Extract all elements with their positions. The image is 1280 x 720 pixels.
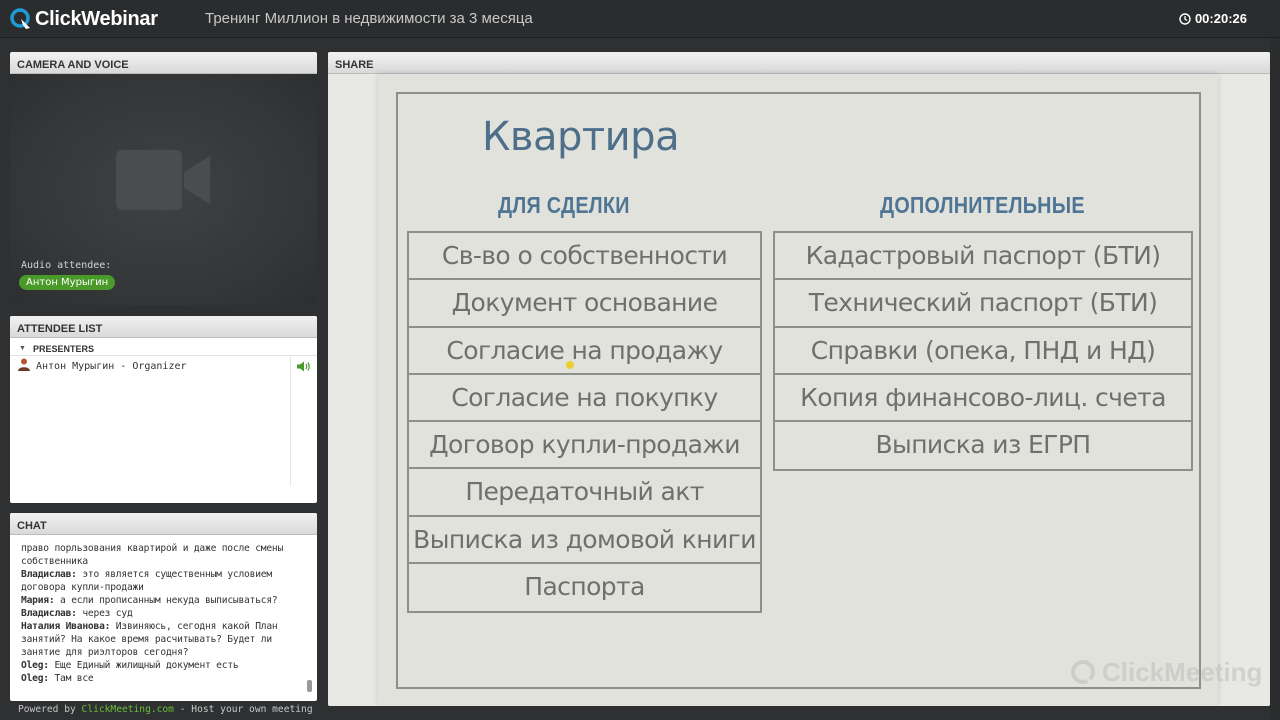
camera-panel: CAMERA AND VOICE Audio attendee: Антон М… [10, 52, 317, 305]
webinar-title: Тренинг Миллион в недвижимости за 3 меся… [205, 10, 533, 27]
right-documents-table: Кадастровый паспорт (БТИ) Технический па… [773, 231, 1193, 472]
chat-message: занятие для риэлторов сегодня? [21, 647, 189, 658]
pointer-cursor [566, 361, 574, 369]
clickmeeting-logo-icon [1071, 659, 1095, 685]
user-icon [18, 358, 30, 374]
table-cell: Выписка из домовой книги [409, 517, 760, 565]
table-cell: Копия финансово-лиц. счета [775, 375, 1191, 423]
chat-message: договора купли-продажи [21, 582, 144, 593]
share-canvas: Квартира ДЛЯ СДЕЛКИ ДОПОЛНИТЕЛЬНЫЕ Св-во… [328, 74, 1270, 706]
clickwebinar-logo: ClickWebinar [10, 7, 158, 31]
chat-message: собственника [21, 556, 88, 567]
camera-panel-header: CAMERA AND VOICE [10, 52, 317, 74]
chat-message: право порльзования квартирой и даже посл… [21, 543, 284, 554]
chat-message: Oleg: Там все [21, 673, 94, 684]
triangle-down-icon: ▼ [19, 345, 26, 352]
chat-message: Наталия Иванова: Извиняюсь, сегодня како… [21, 621, 278, 632]
watermark-text: ClickMeeting [1102, 657, 1263, 687]
table-cell: Выписка из ЕГРП [875, 430, 1092, 460]
chat-scrollbar-thumb[interactable] [307, 680, 312, 692]
right-column-heading: ДОПОЛНИТЕЛЬНЫЕ [880, 192, 1085, 218]
audio-attendee-label: Audio attendee: [21, 260, 112, 271]
table-cell: Св-во о собственности [409, 233, 760, 281]
camera-view: Audio attendee: Антон Мурыгин [10, 74, 317, 305]
chat-message: Мария: а если прописанным некуда выписыв… [21, 595, 278, 606]
chat-message: Oleg: Еще Единый жилищный документ есть [21, 660, 239, 671]
clickwebinar-logo-icon [10, 8, 32, 30]
clickmeeting-link[interactable]: ClickMeeting.com [82, 704, 174, 715]
audio-attendee-badge[interactable]: Антон Мурыгин [19, 275, 116, 290]
chat-messages: право порльзования квартирой и даже посл… [10, 535, 317, 701]
attendee-list-panel: ATTENDEE LIST ▼ PRESENTERS Антон Мурыгин… [10, 316, 317, 503]
presenters-section-toggle[interactable]: ▼ PRESENTERS [10, 338, 317, 356]
table-cell: Справки (опека, ПНД и НД) [775, 328, 1191, 375]
presenters-label: PRESENTERS [32, 343, 94, 354]
video-camera-icon [116, 150, 210, 210]
table-cell: Договор купли-продажи [409, 422, 760, 470]
table-cell: Согласие на продажу [409, 328, 760, 375]
table-cell: Паспорта [524, 572, 645, 602]
left-documents-table: Св-во о собственности Документ основание… [407, 231, 762, 614]
chat-message: занятий? На какое время расчитывать? Буд… [21, 634, 272, 645]
chat-header: CHAT [10, 513, 317, 535]
clickmeeting-watermark: ClickMeeting [1070, 657, 1262, 688]
attendee-list-header: ATTENDEE LIST [10, 316, 317, 338]
session-timer: 00:20:26 [1179, 11, 1247, 26]
slide-title: Квартира [482, 114, 680, 160]
right-edge-strip [1270, 38, 1280, 720]
share-panel: SHARE Квартира ДЛЯ СДЕЛКИ ДОПОЛНИТЕЛЬНЫЕ… [328, 52, 1270, 706]
table-cell: Технический паспорт (БТИ) [775, 280, 1191, 328]
table-cell: Документ основание [409, 280, 760, 328]
attendee-scroll-track[interactable] [290, 356, 291, 486]
table-cell: Согласие на покупку [409, 375, 760, 423]
attendee-row[interactable]: Антон Мурыгин - Organizer [10, 356, 317, 376]
presentation-slide: Квартира ДЛЯ СДЕЛКИ ДОПОЛНИТЕЛЬНЫЕ Св-во… [378, 74, 1262, 706]
logo-text: ClickWebinar [35, 7, 158, 30]
table-cell: Передаточный акт [409, 469, 760, 517]
left-column-heading: ДЛЯ СДЕЛКИ [498, 192, 630, 218]
timer-value: 00:20:26 [1194, 11, 1247, 26]
share-header: SHARE [328, 52, 1270, 74]
table-cell: Кадастровый паспорт (БТИ) [775, 233, 1191, 281]
chat-message: Владислав: через суд [21, 608, 133, 619]
speaker-icon[interactable] [296, 361, 312, 375]
top-bar: ClickWebinar Тренинг Миллион в недвижимо… [0, 0, 1280, 38]
chat-message: Владислав: это является существенным усл… [21, 569, 272, 580]
attendee-name: Антон Мурыгин - Organizer [36, 360, 187, 372]
clock-icon [1179, 12, 1191, 25]
chat-panel: CHAT право порльзования квартирой и даже… [10, 513, 317, 701]
footer: Powered by ClickMeeting.com - Host your … [18, 704, 313, 715]
